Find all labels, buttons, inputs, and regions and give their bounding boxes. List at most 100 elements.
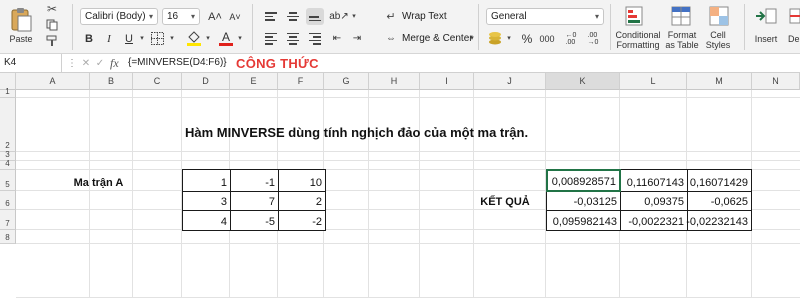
font-size-select[interactable]: 16 ▾ bbox=[162, 8, 200, 25]
row-header[interactable]: 4 bbox=[0, 159, 16, 170]
insert-cells-label[interactable]: Insert bbox=[752, 34, 780, 44]
column-header[interactable]: L bbox=[620, 73, 687, 90]
fx-icon[interactable]: fx bbox=[110, 56, 119, 71]
delete-cells-label[interactable]: De bbox=[788, 34, 800, 44]
result-label[interactable]: KẾT QUẢ bbox=[465, 191, 545, 210]
row-header[interactable]: 8 bbox=[0, 230, 16, 244]
spreadsheet-grid[interactable]: ABCDEFGHIJKLMN 12345678 Hàm MINVERSE dùn… bbox=[0, 73, 800, 298]
currency-format-icon[interactable] bbox=[486, 30, 504, 46]
more-options-icon[interactable]: ⋮ bbox=[64, 57, 80, 69]
merge-center-icon[interactable]: ⇔ bbox=[384, 32, 398, 44]
column-header[interactable]: B bbox=[90, 73, 133, 90]
result-cell[interactable]: 0,008928571 bbox=[546, 169, 621, 192]
matrix-a-cell[interactable]: 10 bbox=[278, 169, 326, 192]
result-cell[interactable]: -0,0022321 bbox=[620, 210, 688, 231]
matrix-a-cell[interactable]: -5 bbox=[230, 210, 279, 231]
conditional-formatting-label[interactable]: Conditional Formatting bbox=[614, 30, 662, 50]
bold-button[interactable]: B bbox=[80, 30, 98, 47]
matrix-a-cell[interactable]: -1 bbox=[230, 169, 279, 192]
column-header[interactable]: D bbox=[182, 73, 230, 90]
cell-styles-icon[interactable] bbox=[708, 5, 730, 27]
formula-input[interactable]: {=MINVERSE(D4:F6)} bbox=[128, 57, 227, 68]
column-header[interactable]: H bbox=[369, 73, 420, 90]
sheet-title[interactable]: Hàm MINVERSE dùng tính nghịch đảo của mộ… bbox=[182, 121, 531, 142]
result-cell[interactable]: 0,11607143 bbox=[620, 169, 688, 192]
matrix-a-cell[interactable]: 7 bbox=[230, 191, 279, 211]
chevron-down-icon[interactable]: ▾ bbox=[236, 32, 244, 44]
increase-indent-button[interactable]: ⇥ bbox=[348, 30, 366, 47]
align-bottom-button[interactable] bbox=[306, 8, 324, 25]
column-header[interactable]: J bbox=[474, 73, 546, 90]
align-middle-button[interactable] bbox=[284, 8, 302, 25]
chevron-down-icon[interactable]: ▾ bbox=[168, 32, 176, 44]
matrix-a-cell[interactable]: 1 bbox=[182, 169, 231, 192]
cut-icon[interactable]: ✂ bbox=[44, 2, 60, 16]
grow-font-button[interactable]: A˄ bbox=[206, 8, 224, 25]
cancel-icon[interactable]: ✕ bbox=[80, 57, 92, 69]
result-cell[interactable]: -0,02232143 bbox=[686, 210, 752, 231]
column-header[interactable]: G bbox=[324, 73, 369, 90]
enter-icon[interactable]: ✓ bbox=[94, 57, 106, 69]
row-header[interactable]: 6 bbox=[0, 191, 16, 210]
paste-icon[interactable] bbox=[8, 6, 34, 32]
underline-button[interactable]: U bbox=[120, 30, 138, 47]
column-header[interactable]: M bbox=[687, 73, 752, 90]
align-right-button[interactable] bbox=[306, 30, 324, 47]
matrix-a-cell[interactable]: -2 bbox=[278, 210, 326, 231]
number-format-value: General bbox=[491, 11, 527, 22]
italic-button[interactable]: I bbox=[100, 30, 118, 47]
column-header[interactable]: F bbox=[278, 73, 324, 90]
number-format-select[interactable]: General ▾ bbox=[486, 8, 604, 25]
chevron-down-icon[interactable]: ▾ bbox=[468, 32, 476, 44]
row-header[interactable]: 7 bbox=[0, 210, 16, 230]
column-header[interactable]: N bbox=[752, 73, 800, 90]
format-painter-icon[interactable] bbox=[44, 34, 60, 48]
column-header[interactable]: K bbox=[546, 73, 620, 90]
font-name-select[interactable]: Calibri (Body) ▾ bbox=[80, 8, 158, 25]
cell-styles-label[interactable]: Cell Styles bbox=[700, 30, 736, 50]
wrap-text-button[interactable]: Wrap Text bbox=[402, 11, 447, 22]
merge-center-button[interactable]: Merge & Center bbox=[402, 33, 473, 44]
increase-decimal-button[interactable]: ←0.00 bbox=[562, 30, 580, 47]
result-cell[interactable]: -0,0625 bbox=[687, 191, 752, 211]
comma-style-button[interactable]: 000 bbox=[538, 30, 556, 47]
row-header[interactable]: 2 bbox=[0, 98, 16, 152]
align-center-button[interactable] bbox=[284, 30, 302, 47]
decrease-decimal-button[interactable]: .00 →0 bbox=[584, 30, 602, 47]
row-header[interactable]: 1 bbox=[0, 87, 16, 98]
decrease-indent-button[interactable]: ⇤ bbox=[328, 30, 346, 47]
chevron-down-icon[interactable]: ▾ bbox=[350, 10, 358, 22]
column-header[interactable]: I bbox=[420, 73, 474, 90]
result-cell[interactable]: 0,16071429 bbox=[687, 169, 752, 192]
borders-icon[interactable] bbox=[150, 31, 164, 45]
chevron-down-icon[interactable]: ▾ bbox=[138, 32, 146, 44]
matrix-label[interactable]: Ma trận A bbox=[16, 170, 181, 191]
result-cell[interactable]: 0,09375 bbox=[620, 191, 688, 211]
matrix-a-cell[interactable]: 4 bbox=[182, 210, 231, 231]
result-cell[interactable]: -0,03125 bbox=[546, 191, 621, 211]
copy-icon[interactable] bbox=[44, 18, 60, 32]
percent-style-button[interactable]: % bbox=[518, 30, 536, 47]
row-header[interactable]: 5 bbox=[0, 170, 16, 191]
format-as-table-icon[interactable] bbox=[670, 5, 692, 27]
orientation-button[interactable]: ab↗ bbox=[329, 8, 349, 25]
align-top-button[interactable] bbox=[262, 8, 280, 25]
column-header[interactable]: A bbox=[16, 73, 90, 90]
column-header[interactable]: E bbox=[230, 73, 278, 90]
delete-cells-icon[interactable] bbox=[788, 6, 800, 26]
conditional-formatting-icon[interactable] bbox=[624, 5, 644, 27]
chevron-down-icon[interactable]: ▾ bbox=[505, 32, 513, 44]
insert-cells-icon[interactable] bbox=[754, 6, 778, 26]
align-left-button[interactable] bbox=[262, 30, 280, 47]
format-as-table-label[interactable]: Format as Table bbox=[662, 30, 702, 50]
chevron-down-icon[interactable]: ▾ bbox=[204, 32, 212, 44]
column-header[interactable]: C bbox=[133, 73, 182, 90]
result-cell[interactable]: 0,095982143 bbox=[546, 210, 621, 231]
fill-color-icon[interactable] bbox=[186, 29, 202, 47]
wrap-text-icon[interactable]: ↵ bbox=[384, 10, 398, 23]
matrix-a-cell[interactable]: 2 bbox=[278, 191, 326, 211]
shrink-font-button[interactable]: A˅ bbox=[226, 8, 244, 25]
matrix-a-cell[interactable]: 3 bbox=[182, 191, 231, 211]
font-color-icon[interactable]: A bbox=[218, 29, 234, 47]
name-box[interactable]: K4 bbox=[0, 54, 62, 72]
